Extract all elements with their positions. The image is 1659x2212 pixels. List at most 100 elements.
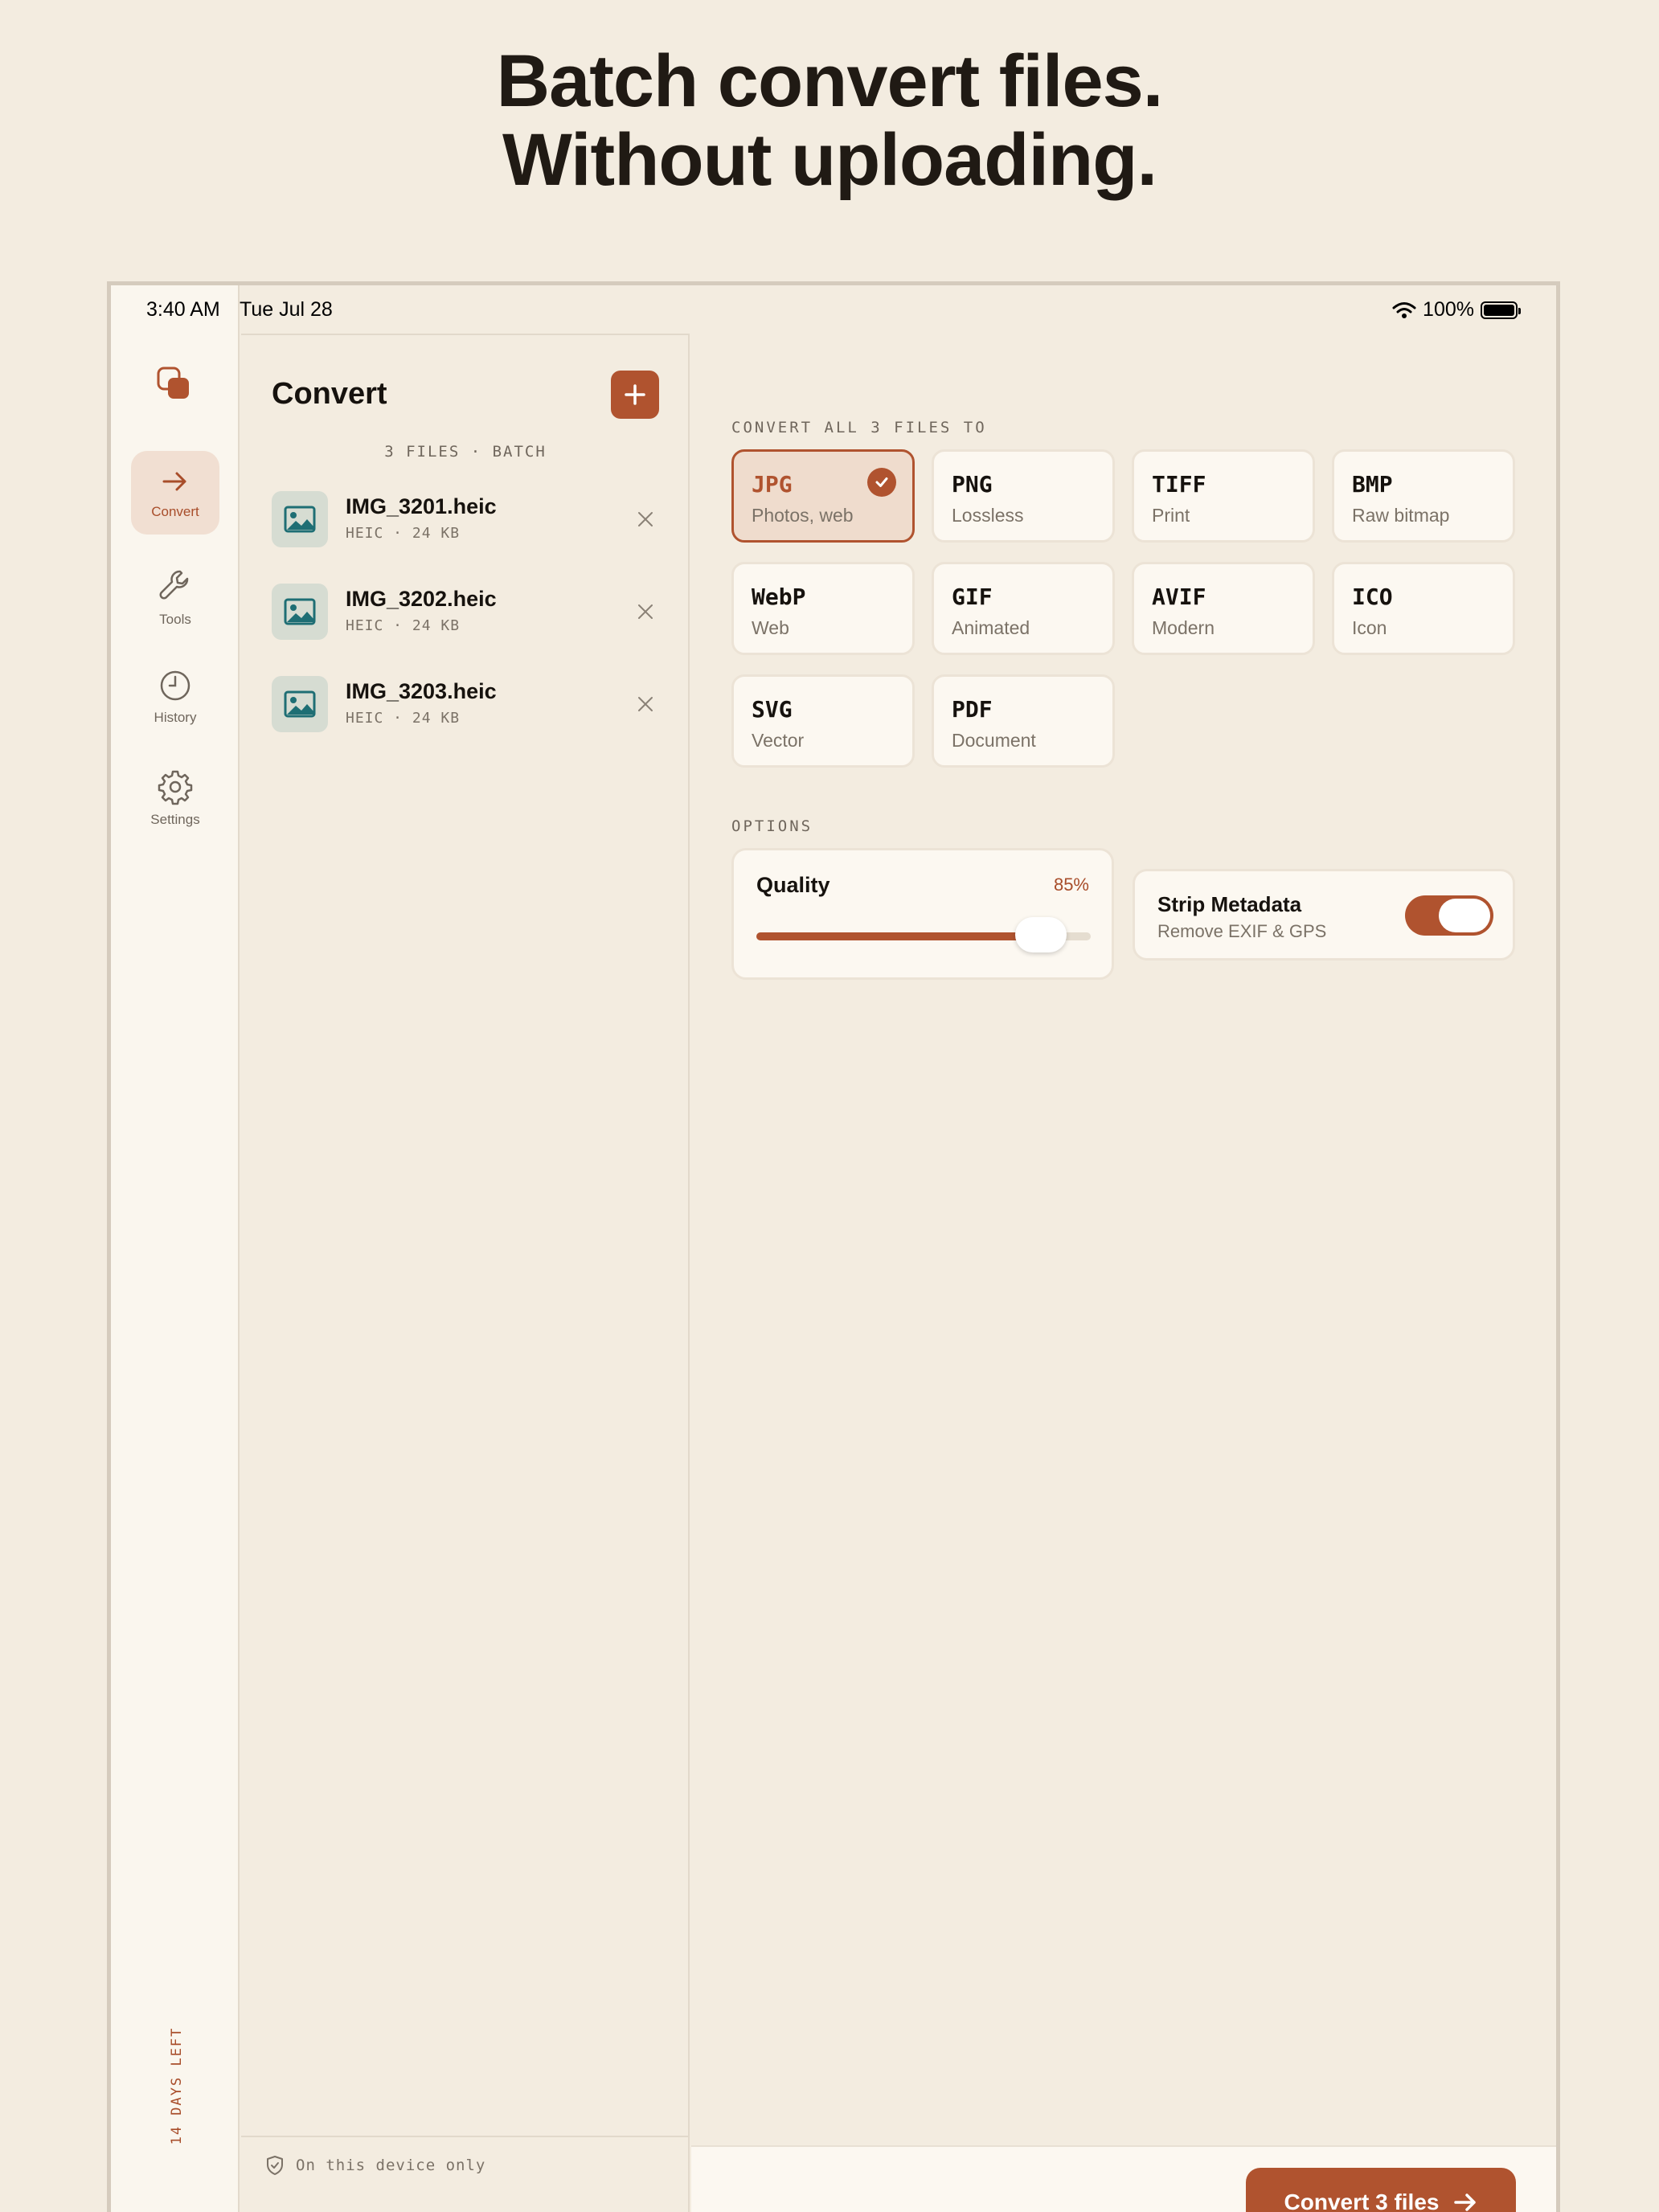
main-panel: CONVERT ALL 3 FILES TO JPG Photos, web P… — [691, 334, 1556, 2212]
toggle-knob — [1439, 899, 1490, 932]
file-info: HEIC · 24 KB — [346, 710, 461, 727]
plus-icon — [625, 384, 645, 405]
format-option-gif[interactable]: GIF Animated — [932, 562, 1115, 655]
status-date: Tue Jul 28 — [240, 298, 333, 321]
nav-item-tools[interactable]: Tools — [131, 555, 219, 639]
battery-icon — [1481, 301, 1521, 319]
status-right: 100% — [1392, 298, 1521, 322]
format-option-png[interactable]: PNG Lossless — [932, 449, 1115, 543]
add-files-button[interactable] — [611, 371, 659, 419]
file-info: HEIC · 24 KB — [346, 617, 461, 634]
options-label: OPTIONS — [731, 817, 813, 835]
close-icon — [638, 604, 653, 619]
format-desc: Vector — [752, 730, 805, 751]
remove-file-button[interactable] — [632, 598, 659, 625]
quality-title: Quality — [756, 873, 830, 897]
nav-item-label: Settings — [150, 812, 200, 827]
headline-line-2: Without uploading. — [502, 119, 1157, 201]
nav-item-history[interactable]: History — [131, 655, 219, 739]
arrow-right-icon — [1454, 2194, 1477, 2211]
quality-slider-fill — [756, 932, 1041, 940]
format-option-avif[interactable]: AVIF Modern — [1132, 562, 1315, 655]
format-option-tiff[interactable]: TIFF Print — [1132, 449, 1315, 543]
format-desc: Web — [752, 617, 789, 638]
headline-line-1: Batch convert files. — [496, 40, 1164, 122]
wifi-icon — [1392, 301, 1416, 318]
nav-rail: Convert Tools History Settings 14 DAYS L… — [111, 285, 240, 2212]
gear-icon — [158, 770, 193, 805]
format-option-jpg[interactable]: JPG Photos, web — [731, 449, 915, 543]
format-option-svg[interactable]: SVG Vector — [731, 674, 915, 768]
quality-slider-handle[interactable] — [1014, 917, 1067, 952]
headline: Batch convert files. Without uploading. — [0, 42, 1659, 199]
file-info: HEIC · 24 KB — [346, 525, 461, 542]
target-format-label: CONVERT ALL 3 FILES TO — [731, 419, 987, 436]
convert-button[interactable]: Convert 3 files — [1246, 2168, 1516, 2212]
remove-file-button[interactable] — [632, 690, 659, 718]
format-option-pdf[interactable]: PDF Document — [932, 674, 1115, 768]
file-item[interactable]: IMG_3203.heic HEIC · 24 KB — [272, 671, 661, 737]
arrow-right-icon — [162, 472, 186, 491]
format-name: WebP — [752, 584, 806, 610]
quality-slider[interactable] — [756, 917, 1091, 952]
strip-metadata-card: Strip Metadata Remove EXIF & GPS — [1133, 869, 1515, 961]
format-desc: Print — [1152, 505, 1190, 526]
trial-days-left-label: 14 DAYS LEFT — [169, 2026, 185, 2145]
file-name: IMG_3203.heic — [346, 679, 497, 703]
nav-item-label: Tools — [159, 612, 191, 627]
image-file-icon — [272, 676, 328, 732]
format-name: BMP — [1352, 471, 1393, 498]
format-desc: Animated — [952, 617, 1030, 638]
format-desc: Modern — [1152, 617, 1215, 638]
privacy-note: On this device only — [296, 2157, 486, 2174]
strip-metadata-title: Strip Metadata — [1157, 892, 1302, 916]
file-item[interactable]: IMG_3202.heic HEIC · 24 KB — [272, 579, 661, 645]
file-name: IMG_3202.heic — [346, 587, 497, 611]
clock-icon — [160, 670, 190, 701]
format-desc: Raw bitmap — [1352, 505, 1450, 526]
image-file-icon — [272, 491, 328, 547]
status-time: 3:40 AM — [146, 298, 220, 321]
format-option-ico[interactable]: ICO Icon — [1332, 562, 1515, 655]
strip-metadata-toggle[interactable] — [1405, 895, 1493, 936]
nav-item-convert[interactable]: Convert — [131, 451, 219, 535]
format-desc: Icon — [1352, 617, 1387, 638]
remove-file-button[interactable] — [632, 506, 659, 533]
format-desc: Document — [952, 730, 1036, 751]
files-panel-title: Convert — [272, 377, 387, 411]
device-frame: Convert Tools History Settings 14 DAYS L… — [107, 281, 1560, 2212]
nav-item-label: History — [154, 710, 197, 725]
format-option-webp[interactable]: WebP Web — [731, 562, 915, 655]
quality-value: 85% — [1053, 875, 1089, 895]
format-name: PNG — [952, 471, 993, 498]
format-name: PDF — [952, 696, 993, 723]
format-name: AVIF — [1152, 584, 1206, 610]
format-name: ICO — [1352, 584, 1393, 610]
format-desc: Lossless — [952, 505, 1024, 526]
format-name: TIFF — [1152, 471, 1206, 498]
files-panel: Convert 3 FILES · BATCH IMG_3201.heic HE… — [241, 334, 690, 2212]
status-bar: 3:40 AM Tue Jul 28 100% — [111, 285, 1556, 334]
trial-days-left: 14 DAYS LEFT — [161, 2026, 193, 2145]
check-icon — [867, 468, 896, 497]
format-option-bmp[interactable]: BMP Raw bitmap — [1332, 449, 1515, 543]
strip-metadata-subtitle: Remove EXIF & GPS — [1157, 921, 1327, 941]
app-logo-icon — [156, 366, 191, 401]
format-name: GIF — [952, 584, 993, 610]
files-count-label: 3 FILES · BATCH — [384, 443, 547, 461]
shield-check-icon — [267, 2156, 283, 2175]
nav-item-settings[interactable]: Settings — [131, 756, 219, 840]
files-footer: On this device only — [241, 2136, 690, 2212]
convert-button-label: Convert 3 files — [1284, 2189, 1440, 2212]
battery-percent: 100% — [1423, 298, 1474, 321]
nav-item-label: Convert — [151, 504, 199, 519]
file-name: IMG_3201.heic — [346, 494, 497, 518]
close-icon — [638, 512, 653, 526]
image-file-icon — [272, 584, 328, 640]
quality-card: Quality 85% — [731, 848, 1114, 980]
format-desc: Photos, web — [752, 505, 854, 526]
format-name: JPG — [752, 471, 793, 498]
format-name: SVG — [752, 696, 793, 723]
file-item[interactable]: IMG_3201.heic HEIC · 24 KB — [272, 486, 661, 552]
close-icon — [638, 697, 653, 711]
